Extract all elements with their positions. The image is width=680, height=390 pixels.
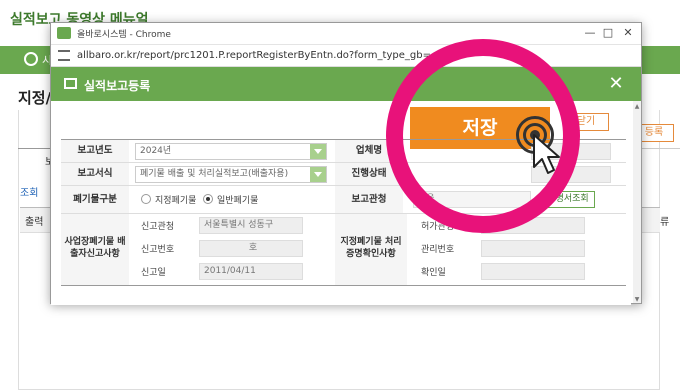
confirm-date-field	[481, 263, 585, 280]
discharge-number-field: 호	[199, 240, 303, 257]
user-icon	[24, 52, 38, 66]
report-form-value: 폐기물 배출 및 처리실적보고(배출자용)	[140, 169, 289, 179]
radio-designated-waste-label[interactable]: 지정폐기물	[155, 193, 196, 206]
discharge-office-field: 서울특별시 성동구	[199, 217, 303, 234]
dialog-title: 실적보고등록	[84, 79, 151, 93]
chevron-down-icon	[310, 144, 326, 159]
window-icon	[64, 78, 77, 89]
report-form-label: 보고서식	[61, 163, 129, 185]
mouse-pointer-icon	[533, 134, 560, 174]
discharge-office-value: 서울특별시 성동구	[204, 220, 274, 230]
manage-number-field	[481, 240, 585, 257]
confirm-date-label: 확인일	[421, 268, 446, 278]
window-close-button[interactable]: ✕	[619, 25, 637, 41]
radio-designated-waste[interactable]	[141, 194, 151, 204]
report-form-select[interactable]: 폐기물 배출 및 처리실적보고(배출자용)	[135, 166, 327, 183]
dialog-close-icon[interactable]: ✕	[605, 73, 627, 94]
form-row-reports: 사업장폐기물 배출자신고사항 신고관청 서울특별시 성동구 신고번호 호 신고일…	[61, 214, 626, 286]
background-page-title: 지정/	[18, 89, 52, 107]
minimize-button[interactable]: —	[581, 25, 599, 41]
maximize-button[interactable]: □	[599, 25, 617, 41]
report-year-select[interactable]: 2024년	[135, 143, 327, 160]
discharge-date-value: 2011/04/11	[204, 266, 256, 276]
discharge-number-value: 호	[248, 243, 258, 253]
scroll-up-icon[interactable]: ▲	[633, 103, 641, 110]
chevron-down-icon	[310, 167, 326, 182]
browser-window-title: 올바로시스템 - Chrome	[77, 30, 171, 40]
radio-general-waste[interactable]	[203, 194, 213, 204]
radio-general-waste-label[interactable]: 일반폐기물	[217, 193, 258, 206]
url-text[interactable]: allbaro.or.kr/report/prc1201.P.reportReg…	[77, 50, 431, 61]
background-search-label: 조회	[20, 188, 39, 199]
discharge-office-label: 신고관청	[141, 222, 175, 232]
browser-title-bar: 올바로시스템 - Chrome — □ ✕	[51, 23, 641, 45]
discharge-date-label: 신고일	[141, 268, 166, 278]
scrollbar[interactable]: ▲ ▼	[633, 101, 641, 303]
waste-type-label: 폐기물구분	[61, 186, 129, 213]
address-bar[interactable]: allbaro.or.kr/report/prc1201.P.reportReg…	[51, 45, 641, 67]
site-favicon-icon	[57, 27, 71, 39]
discharge-report-label: 사업장폐기물 배출자신고사항	[61, 214, 129, 285]
background-table-column-print: 출력	[25, 217, 44, 228]
report-office-label: 보고관청	[335, 186, 403, 213]
discharge-number-label: 신고번호	[141, 245, 175, 255]
site-settings-icon[interactable]	[58, 50, 70, 61]
report-year-label: 보고년도	[61, 140, 129, 162]
treatment-confirm-label: 지정폐기물 처리증명확인사항	[335, 214, 407, 285]
discharge-date-field: 2011/04/11	[199, 263, 303, 280]
report-year-value: 2024년	[140, 146, 172, 156]
manage-number-label: 관리번호	[421, 245, 455, 255]
background-table-column-type: 류	[660, 217, 670, 228]
scroll-down-icon[interactable]: ▼	[633, 296, 641, 303]
divider	[640, 148, 680, 149]
